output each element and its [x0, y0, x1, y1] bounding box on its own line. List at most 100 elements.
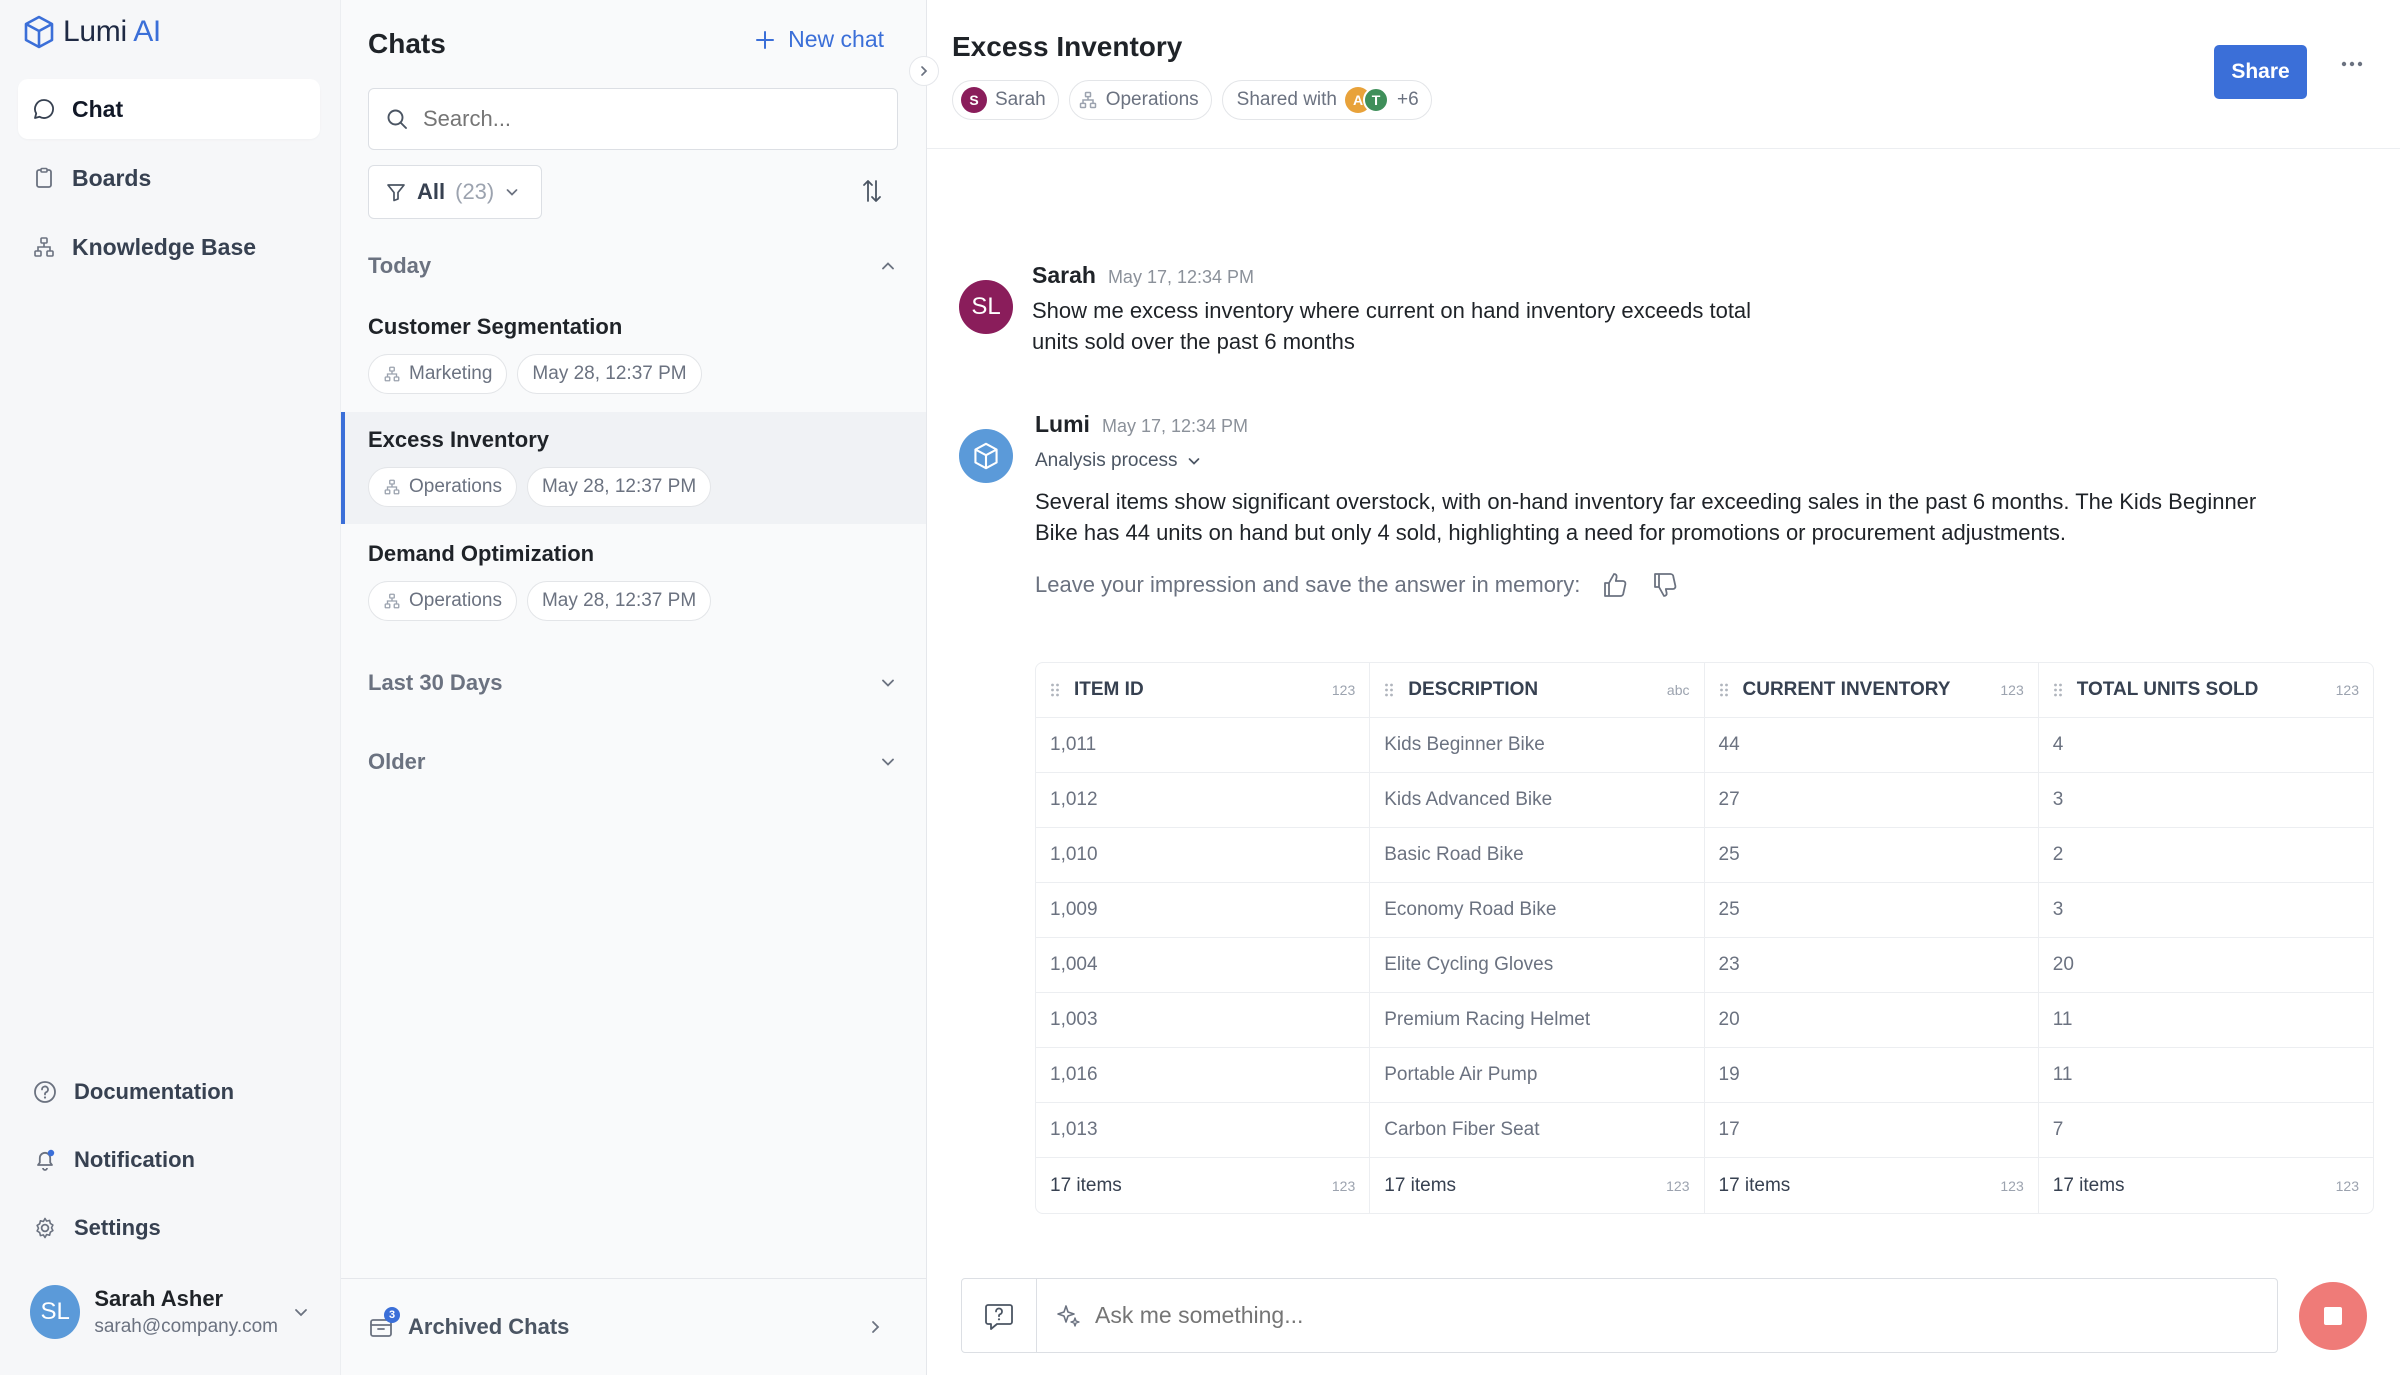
analysis-label: Analysis process — [1035, 450, 1178, 471]
section-older[interactable]: Older — [368, 749, 898, 775]
chat-list-item[interactable]: Customer Segmentation Marketing May 28, … — [341, 314, 926, 410]
tag-chip: Operations — [368, 581, 517, 621]
chevron-up-icon — [878, 256, 898, 276]
column-type: 123 — [1331, 682, 1356, 698]
date-chip: May 28, 12:37 PM — [526, 581, 712, 621]
table-row: 1,004 Elite Cycling Gloves 23 20 — [1036, 938, 2373, 993]
analysis-process-toggle[interactable]: Analysis process — [1035, 450, 1202, 472]
logo[interactable]: Lumi AI — [23, 14, 161, 50]
table-cell: 23 — [1705, 938, 2039, 992]
date-chip: May 28, 12:37 PM — [526, 467, 712, 507]
sort-icon[interactable] — [859, 177, 885, 205]
column-label: CURRENT INVENTORY — [1742, 679, 1951, 700]
collapse-panel-button[interactable] — [909, 56, 939, 86]
chat-title: Demand Optimization — [368, 541, 595, 566]
message-line: Show me excess inventory where current o… — [1032, 298, 1752, 323]
chevron-down-icon[interactable] — [292, 1303, 310, 1321]
user-profile[interactable]: SL Sarah Asher sarah@company.com — [30, 1285, 310, 1339]
plus-icon — [754, 29, 776, 51]
new-chat-label: New chat — [788, 26, 884, 52]
stop-generation-button[interactable] — [2299, 1282, 2367, 1350]
table-cell: Elite Cycling Gloves — [1370, 938, 1705, 992]
hierarchy-icon — [1078, 90, 1098, 110]
tag-label: Marketing — [409, 363, 493, 384]
team-chip[interactable]: Operations — [1068, 80, 1212, 120]
message-line: Bike has 44 units on hand but only 4 sol… — [1035, 520, 2066, 545]
sidebar-item-boards[interactable]: Boards — [18, 148, 320, 208]
sidebar-item-chat[interactable]: Chat — [18, 79, 320, 139]
composer-input-wrap — [1037, 1302, 2277, 1329]
column-header[interactable]: ITEM ID 123 — [1036, 663, 1371, 717]
footer-type: 123 — [1331, 1177, 1356, 1194]
tag-chip: Operations — [368, 467, 517, 507]
thumbs-down-icon[interactable] — [1650, 570, 1680, 600]
chat-list-item-active[interactable]: Excess Inventory Operations May 28, 12:3… — [341, 412, 926, 524]
tag-chip: Marketing — [368, 354, 508, 394]
drag-handle-icon[interactable] — [1719, 682, 1729, 698]
sidebar-item-label: Settings — [74, 1215, 161, 1240]
message-header: Lumi May 17, 12:34 PM — [1035, 411, 2335, 438]
section-last-30-days[interactable]: Last 30 Days — [368, 670, 898, 696]
logo-name: Lumi — [63, 15, 127, 48]
shared-with-chip[interactable]: Shared with A T +6 — [1221, 80, 1432, 120]
results-table: ITEM ID 123 DESCRIPTION abc CURRENT INVE… — [1035, 662, 2374, 1214]
sidebar-item-knowledge-base[interactable]: Knowledge Base — [18, 217, 320, 277]
ask-input[interactable] — [1095, 1302, 2195, 1329]
logo-ai: AI — [133, 15, 161, 48]
chevron-down-icon — [1186, 453, 1202, 469]
sidebar-item-label: Documentation — [74, 1079, 235, 1104]
table-cell: 7 — [2052, 1119, 2064, 1140]
archived-count-badge: 3 — [384, 1307, 400, 1323]
chat-bubble-icon — [32, 97, 56, 121]
bottom-nav: Documentation Notification Settings — [18, 1062, 320, 1266]
new-chat-button[interactable]: New chat — [754, 26, 884, 53]
tag-label: Operations — [409, 590, 502, 611]
share-button[interactable]: Share — [2214, 45, 2307, 99]
message-body: Sarah May 17, 12:34 PM Show me excess in… — [1032, 262, 2232, 357]
drag-handle-icon[interactable] — [1384, 682, 1394, 698]
message-composer — [961, 1278, 2278, 1353]
help-chat-icon — [983, 1301, 1015, 1331]
filter-label: All — [417, 179, 446, 204]
table-cell: Portable Air Pump — [1370, 1048, 1705, 1102]
chat-title: Customer Segmentation — [368, 314, 623, 339]
prompt-help-button[interactable] — [962, 1279, 1037, 1352]
message-text: Several items show significant overstock… — [1035, 486, 2335, 548]
sidebar: Lumi AI Chat Boards Knowledge Base Docum… — [0, 0, 341, 1375]
section-today[interactable]: Today — [368, 253, 898, 279]
sidebar-item-settings[interactable]: Settings — [18, 1198, 320, 1258]
table-cell: Basic Road Bike — [1370, 828, 1705, 882]
message-line: Several items show significant overstock… — [1035, 489, 2257, 514]
table-header-row: ITEM ID 123 DESCRIPTION abc CURRENT INVE… — [1036, 663, 2373, 718]
column-type: 123 — [2335, 682, 2359, 698]
search-input[interactable] — [423, 106, 863, 132]
message-time: May 17, 12:34 PM — [1107, 267, 1255, 287]
table-row: 1,009 Economy Road Bike 25 3 — [1036, 883, 2373, 938]
archived-chats[interactable]: 3 Archived Chats — [341, 1278, 926, 1375]
chat-list-item[interactable]: Demand Optimization Operations May 28, 1… — [341, 541, 926, 637]
sidebar-item-notification[interactable]: Notification — [18, 1130, 320, 1190]
thumbs-up-icon[interactable] — [1600, 570, 1630, 600]
column-header[interactable]: DESCRIPTION abc — [1370, 663, 1705, 717]
column-header[interactable]: CURRENT INVENTORY 123 — [1705, 663, 2039, 717]
table-cell: Premium Racing Helmet — [1370, 993, 1705, 1047]
column-label: DESCRIPTION — [1408, 679, 1539, 700]
filter-dropdown[interactable]: All (23) — [368, 165, 542, 219]
header-divider — [927, 148, 2400, 149]
more-options-icon[interactable] — [2340, 60, 2364, 68]
drag-handle-icon[interactable] — [1050, 682, 1060, 698]
column-header[interactable]: TOTAL UNITS SOLD 123 — [2039, 663, 2373, 717]
drag-handle-icon[interactable] — [2053, 682, 2063, 698]
chevron-down-icon — [504, 184, 520, 200]
table-row: 1,013 Carbon Fiber Seat 17 7 — [1036, 1103, 2373, 1158]
owner-chip[interactable]: S Sarah — [952, 80, 1059, 120]
tag-label: Operations — [409, 476, 502, 497]
table-cell: 3 — [2052, 899, 2064, 920]
feedback-row: Leave your impression and save the answe… — [1035, 570, 2335, 600]
date-chip: May 28, 12:37 PM — [517, 354, 702, 394]
search-box — [368, 88, 898, 150]
clipboard-icon — [32, 166, 56, 190]
footer-count: 17 items — [2052, 1174, 2125, 1196]
column-label: TOTAL UNITS SOLD — [2076, 679, 2259, 700]
sidebar-item-documentation[interactable]: Documentation — [18, 1062, 320, 1122]
